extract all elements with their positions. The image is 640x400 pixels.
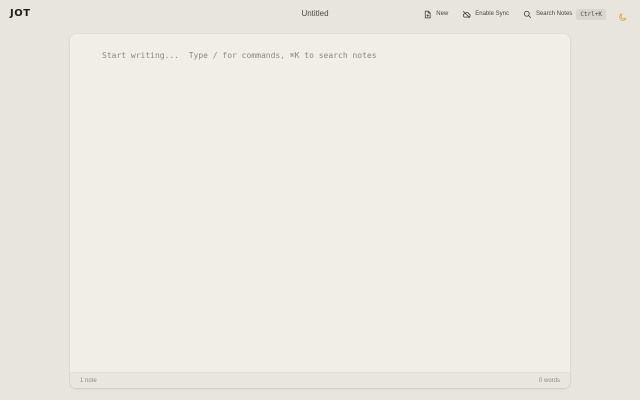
enable-sync-button[interactable]: Enable Sync xyxy=(462,10,509,19)
file-plus-icon xyxy=(425,10,431,18)
search-notes-label: Search Notes xyxy=(535,11,573,17)
top-bar: JOT Untitled New Enable Sync Search Note… xyxy=(0,0,640,28)
search-shortcut-badge: Ctrl+K xyxy=(576,8,606,20)
word-count: 0 words xyxy=(538,377,560,384)
toolbar-actions: New Enable Sync Search Notes Ctrl+K xyxy=(423,6,606,22)
cloud-off-icon xyxy=(463,10,471,18)
editor-card: Start writing... Type / for commands, ⌘K… xyxy=(70,34,570,388)
note-count: 1 note xyxy=(80,377,97,384)
new-note-button[interactable]: New xyxy=(423,10,448,19)
search-notes-button[interactable]: Search Notes Ctrl+K xyxy=(523,8,606,20)
editor-placeholder[interactable]: Start writing... Type / for commands, ⌘K… xyxy=(102,51,550,63)
status-bar: 1 note 0 words xyxy=(70,372,570,388)
enable-sync-label: Enable Sync xyxy=(475,11,509,17)
search-icon xyxy=(523,10,532,18)
new-note-label: New xyxy=(436,11,449,17)
theme-toggle-button[interactable] xyxy=(618,9,628,21)
moon-icon xyxy=(619,13,627,21)
